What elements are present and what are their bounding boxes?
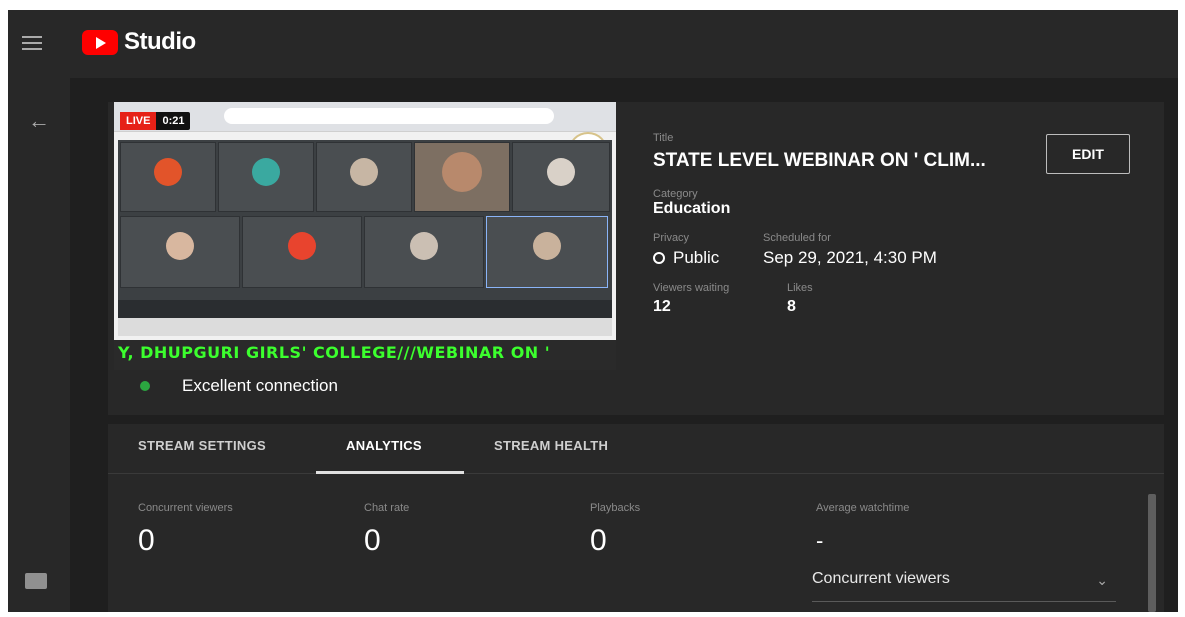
arrow-left-icon[interactable]: ← <box>28 110 50 132</box>
stat-value: 0 <box>590 524 607 557</box>
dropdown-value: Concurrent viewers <box>812 570 950 587</box>
scrollbar[interactable] <box>1148 494 1156 612</box>
active-tab-indicator <box>316 471 464 474</box>
likes-value: 8 <box>787 298 796 315</box>
ticker-text: Y, DHUPGURI GIRLS' COLLEGE///WEBINAR ON … <box>118 343 551 362</box>
live-label: LIVE <box>120 112 157 130</box>
stat-label: Average watchtime <box>816 502 910 514</box>
analytics-panel: STREAM SETTINGS ANALYTICS STREAM HEALTH … <box>108 424 1164 612</box>
viewers-waiting-value: 12 <box>653 298 671 315</box>
edit-button[interactable]: EDIT <box>1046 134 1130 174</box>
metric-dropdown[interactable]: Concurrent viewers ⌄ <box>812 570 1116 602</box>
likes-label: Likes <box>787 282 813 294</box>
connection-text: Excellent connection <box>182 376 338 395</box>
studio-window: Studio ← LIVE 0:21 Y, DHUPGURI GIRLS' CO… <box>8 10 1178 612</box>
tab-stream-settings[interactable]: STREAM SETTINGS <box>138 438 266 453</box>
live-timer: 0:21 <box>162 115 185 127</box>
live-badge: LIVE 0:21 <box>120 112 191 130</box>
studio-logo[interactable]: Studio <box>82 28 196 56</box>
live-stream-panel: LIVE 0:21 Y, DHUPGURI GIRLS' COLLEGE///W… <box>108 102 1164 415</box>
scheduled-value: Sep 29, 2021, 4:30 PM <box>763 248 937 267</box>
stat-average-watchtime: Average watchtime - <box>816 502 909 554</box>
category-value: Education <box>653 200 731 217</box>
category-label: Category <box>653 188 698 200</box>
stat-value: 0 <box>138 524 155 557</box>
app-name: Studio <box>124 28 196 55</box>
stat-label: Concurrent viewers <box>138 502 233 514</box>
stat-value: 0 <box>364 524 381 557</box>
left-nav: ← <box>8 78 70 612</box>
feedback-icon[interactable] <box>25 573 47 589</box>
globe-icon <box>653 252 665 264</box>
stat-value: - <box>816 528 824 553</box>
tab-analytics[interactable]: ANALYTICS <box>346 438 422 453</box>
status-dot-icon <box>140 381 150 391</box>
stat-playbacks: Playbacks 0 <box>590 502 640 558</box>
viewers-waiting-label: Viewers waiting <box>653 282 730 294</box>
youtube-logo-icon <box>82 29 118 55</box>
privacy-label: Privacy <box>653 232 690 244</box>
tab-bar: STREAM SETTINGS ANALYTICS STREAM HEALTH <box>108 424 1164 474</box>
privacy-value: Public <box>673 248 720 267</box>
chevron-down-icon: ⌄ <box>1096 572 1108 588</box>
meeting-grid <box>118 140 612 336</box>
connection-status: Excellent connection <box>140 376 338 396</box>
stat-label: Chat rate <box>364 502 410 514</box>
tab-stream-health[interactable]: STREAM HEALTH <box>494 438 608 453</box>
stat-label: Playbacks <box>590 502 641 514</box>
stat-chat-rate: Chat rate 0 <box>364 502 409 558</box>
top-bar: Studio <box>8 10 1178 78</box>
stat-concurrent-viewers: Concurrent viewers 0 <box>138 502 233 558</box>
scheduled-label: Scheduled for <box>763 232 831 244</box>
stream-preview[interactable]: LIVE 0:21 Y, DHUPGURI GIRLS' COLLEGE///W… <box>114 102 616 370</box>
hamburger-icon[interactable] <box>22 36 42 50</box>
